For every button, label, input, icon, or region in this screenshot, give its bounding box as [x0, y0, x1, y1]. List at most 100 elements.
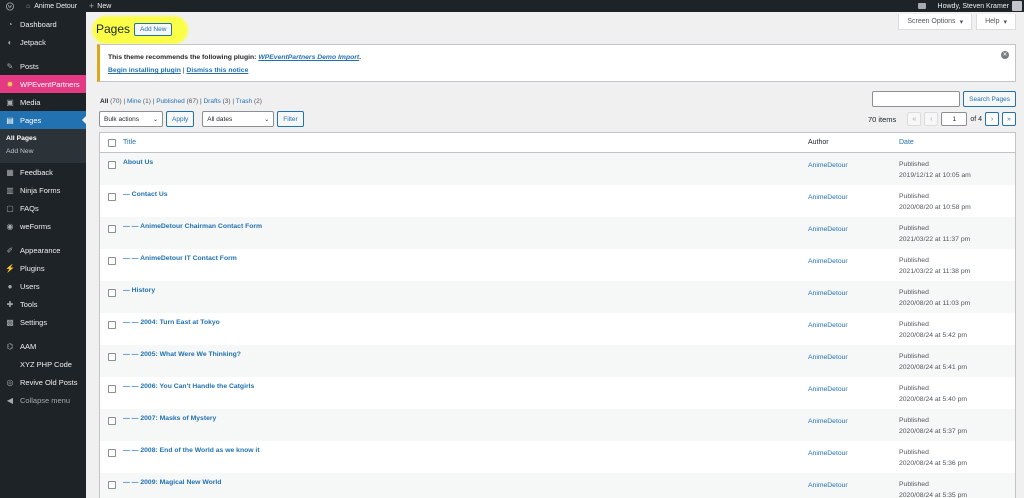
row-author-link[interactable]: AnimeDetour [808, 255, 899, 265]
sidebar-item-feedback[interactable]: ▦ Feedback [0, 163, 86, 181]
row-title-link[interactable]: — — 2005: What Were We Thinking? [123, 351, 808, 358]
row-title-link[interactable]: — — AnimeDetour Chairman Contact Form [123, 223, 808, 230]
comments-link[interactable] [912, 0, 932, 12]
row-author-link[interactable]: AnimeDetour [808, 479, 899, 489]
submenu-all-pages[interactable]: All Pages [0, 132, 86, 145]
user-account-link[interactable]: Howdy, Steven Kramer [932, 0, 1024, 12]
site-name-link[interactable]: ⌂ Anime Detour [20, 0, 83, 12]
plus-icon: + [89, 1, 95, 11]
greeting-label: Howdy, Steven Kramer [937, 2, 1009, 10]
select-all-checkbox[interactable] [108, 138, 116, 147]
sidebar-item-users[interactable]: ● Users [0, 277, 86, 295]
next-page-button[interactable]: › [985, 112, 999, 126]
sort-date-link[interactable]: Date [899, 139, 914, 146]
filter-published[interactable]: Published (67) [156, 98, 198, 105]
plugin-link[interactable]: WPEventPartners Demo Import [258, 54, 359, 61]
jetpack-icon: ◐ [7, 37, 13, 47]
sidebar-item-faqs[interactable]: ▢ FAQs [0, 199, 86, 217]
row-author-link[interactable]: AnimeDetour [808, 383, 899, 393]
bulk-actions-select[interactable]: Bulk actions ⌄ [99, 111, 163, 127]
row-title-link[interactable]: — — 2008: End of the World as we know it [123, 447, 808, 454]
new-content-link[interactable]: + New [83, 0, 117, 12]
filter-trash[interactable]: Trash (2) [236, 98, 262, 105]
row-author-link[interactable]: AnimeDetour [808, 319, 899, 329]
filter-sep: | [199, 98, 202, 105]
row-title-link[interactable]: — — 2007: Masks of Mystery [123, 415, 808, 422]
close-icon[interactable]: ✕ [1001, 51, 1009, 59]
aam-icon: ⌬ [6, 341, 14, 351]
row-title-link[interactable]: — — 2004: Turn East at Tokyo [123, 319, 808, 326]
sidebar-item-dashboard[interactable]: ◔ Dashboard [0, 15, 86, 33]
sidebar-item-weforms[interactable]: ◉ weForms [0, 217, 86, 235]
row-title-link[interactable]: — Contact Us [123, 191, 808, 198]
filter-mine[interactable]: Mine (1) [127, 98, 151, 105]
filter-drafts[interactable]: Drafts (3) [203, 98, 230, 105]
search-input[interactable] [872, 91, 961, 107]
row-author-link[interactable]: AnimeDetour [808, 191, 899, 201]
sort-title-link[interactable]: Title [123, 139, 136, 146]
sidebar-item-ninja-forms[interactable]: ▥ Ninja Forms [0, 181, 86, 199]
row-title-link[interactable]: — History [123, 287, 808, 294]
sidebar-item-jetpack[interactable]: ◐ Jetpack [0, 33, 86, 51]
sidebar-item-wpeventpartners[interactable]: ✹ WPEventPartners [0, 75, 86, 93]
row-date-value: 2020/08/24 at 5:35 pm [899, 492, 968, 498]
admin-bar: W ⌂ Anime Detour + New Howdy, Steven Kra… [0, 0, 1024, 12]
sidebar-collapse-menu[interactable]: ◀ Collapse menu [0, 391, 86, 409]
row-author-link[interactable]: AnimeDetour [808, 447, 899, 457]
sidebar-item-appearance[interactable]: ✐ Appearance [0, 241, 86, 259]
sidebar-item-media[interactable]: ▣ Media [0, 93, 86, 111]
filter-button[interactable]: Filter [277, 111, 304, 127]
row-status: Published [899, 481, 929, 488]
row-date: Published 2020/08/24 at 5:36 pm [899, 447, 1015, 469]
row-checkbox[interactable] [108, 385, 116, 393]
sidebar-item-posts[interactable]: ✎ Posts [0, 57, 86, 75]
sidebar-item-label: Collapse menu [20, 395, 71, 405]
filter-all[interactable]: All (70) [100, 98, 122, 105]
row-checkbox[interactable] [108, 225, 116, 233]
filter-sep: | [152, 98, 155, 105]
row-checkbox[interactable] [108, 353, 116, 361]
row-author-link[interactable]: AnimeDetour [808, 287, 899, 297]
dates-select[interactable]: All dates ⌄ [202, 111, 275, 127]
row-author-link[interactable]: AnimeDetour [808, 351, 899, 361]
screen-options-button[interactable]: Screen Options ▾ [898, 14, 973, 30]
row-author-link[interactable]: AnimeDetour [808, 415, 899, 425]
row-title-link[interactable]: — — AnimeDetour IT Contact Form [123, 255, 808, 262]
current-page-input[interactable]: 1 [941, 112, 968, 126]
main-content: Screen Options ▾ Help ▾ Pages Add New This… [86, 12, 1024, 498]
last-page-button[interactable]: » [1002, 112, 1016, 126]
apply-button[interactable]: Apply [166, 111, 195, 127]
row-title-link[interactable]: — — 2006: You Can't Handle the Catgirls [123, 383, 808, 390]
row-checkbox[interactable] [108, 161, 116, 169]
row-title-link[interactable]: About Us [123, 159, 808, 166]
sidebar-item-pages[interactable]: ▤ Pages [0, 111, 86, 129]
wordpress-logo-icon[interactable]: W [0, 0, 20, 12]
row-author-link[interactable]: AnimeDetour [808, 223, 899, 233]
filter-all-count: (70) [110, 98, 122, 105]
begin-installing-link[interactable]: Begin installing plugin [108, 67, 181, 74]
row-author-link[interactable]: AnimeDetour [808, 159, 899, 169]
total-pages: of 4 [970, 115, 982, 123]
sidebar-item-aam[interactable]: ⌬ AAM [0, 337, 86, 355]
search-pages-button[interactable]: Search Pages [963, 91, 1016, 107]
sidebar-item-tools[interactable]: ✚ Tools [0, 295, 86, 313]
filter-mine-label: Mine [127, 98, 142, 105]
row-checkbox[interactable] [108, 449, 116, 457]
sidebar-item-settings[interactable]: ▩ Settings [0, 313, 86, 331]
add-new-button[interactable]: Add New [134, 22, 173, 36]
sidebar-item-xyz-php-code[interactable]: XYZ PHP Code [0, 355, 86, 373]
submenu-add-new[interactable]: Add New [0, 145, 86, 158]
sidebar-item-plugins[interactable]: ⚡ Plugins [0, 259, 86, 277]
sidebar-item-revive-old-posts[interactable]: ◎ Revive Old Posts [0, 373, 86, 391]
row-checkbox[interactable] [108, 289, 116, 297]
row-checkbox[interactable] [108, 321, 116, 329]
filter-published-label: Published [156, 98, 185, 105]
row-checkbox[interactable] [108, 193, 116, 201]
row-checkbox[interactable] [108, 417, 116, 425]
row-title-link[interactable]: — — 2009: Magical New World [123, 479, 808, 486]
dismiss-notice-link[interactable]: Dismiss this notice [186, 67, 248, 74]
row-checkbox[interactable] [108, 257, 116, 265]
help-button[interactable]: Help ▾ [976, 14, 1016, 30]
row-date-value: 2020/08/24 at 5:42 pm [899, 332, 968, 339]
row-checkbox[interactable] [108, 481, 116, 489]
